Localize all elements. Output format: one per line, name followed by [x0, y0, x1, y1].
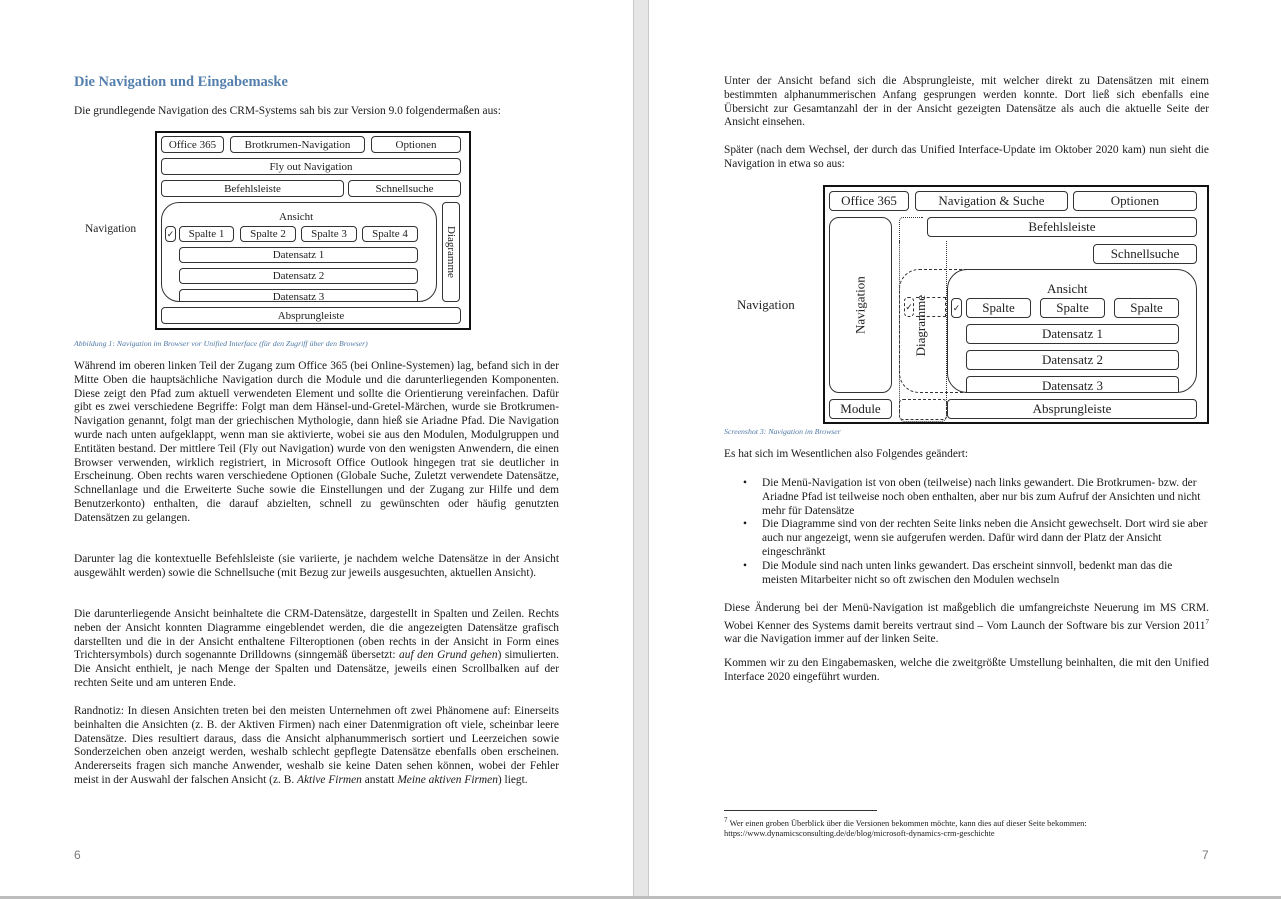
- fig1-quicksearch-box: Schnellsuche: [348, 180, 461, 197]
- paragraph-3-text-b: war die Navigation immer auf der linken …: [724, 633, 939, 646]
- fig1-checkbox-icon: ✓: [165, 226, 176, 242]
- fig3-record-2: Datensatz 2: [966, 350, 1179, 370]
- fig1-column-4: Spalte 4: [362, 226, 418, 242]
- fig3-nav-search-box: Navigation & Suche: [915, 191, 1068, 211]
- paragraph-4-italic-2: Meine aktiven Firmen: [397, 773, 498, 786]
- intro-paragraph: Die grundlegende Navigation des CRM-Syst…: [74, 105, 501, 117]
- changes-list: • Die Menü-Navigation ist von oben (teilw…: [724, 477, 1209, 587]
- fig1-column-1: Spalte 1: [179, 226, 234, 242]
- paragraph-1: Während im oberen linken Teil der Zugang…: [74, 360, 559, 524]
- fig3-jumpbar-box: Absprungleiste: [947, 399, 1197, 419]
- fig3-quicksearch-box: Schnellsuche: [1093, 244, 1197, 264]
- footnote-reference[interactable]: 7: [1206, 618, 1210, 626]
- fig1-breadcrumb-box: Brotkrumen-Navigation: [230, 136, 365, 153]
- page-number: 6: [74, 848, 81, 862]
- paragraph-3-text-a: Diese Änderung bei der Menü-Navigation i…: [724, 602, 1209, 632]
- fig1-commandbar-box: Befehlsleiste: [161, 180, 344, 197]
- fig3-charts-label: Diagramme: [913, 295, 928, 357]
- fig3-record-1: Datensatz 1: [966, 324, 1179, 344]
- fig1-office-box: Office 365: [161, 136, 224, 153]
- bullet-icon: •: [743, 518, 747, 531]
- fig3-checkbox-icon: ✓: [951, 298, 962, 318]
- list-item: • Die Menü-Navigation ist von oben (teilw…: [724, 477, 1209, 518]
- fig1-charts-box: Diagramme: [442, 202, 460, 302]
- footnote-link[interactable]: https://www.dynamicsconsulting.de/de/blo…: [724, 829, 995, 838]
- fig3-commandbar-box: Befehlsleiste: [927, 217, 1197, 237]
- paragraph-2: Später (nach dem Wechsel, der durch das …: [724, 144, 1209, 170]
- fig3-charts-bottom-ghost: [899, 399, 947, 420]
- fig1-record-3: Datensatz 3: [179, 289, 418, 301]
- paragraph-1: Unter der Ansicht befand sich die Abspru…: [724, 75, 1209, 129]
- figure1-diagram: Office 365 Brotkrumen-Navigation Optione…: [155, 131, 471, 330]
- fig3-office-box: Office 365: [829, 191, 909, 211]
- fig1-record-1: Datensatz 1: [179, 247, 418, 263]
- section-heading: Die Navigation und Eingabemaske: [74, 74, 288, 90]
- figure1-side-label: Navigation: [85, 223, 137, 235]
- figure3-caption: Screenshot 3: Navigation im Browser: [724, 427, 841, 436]
- figure3-side-label: Navigation: [737, 297, 795, 312]
- fig1-record-2: Datensatz 2: [179, 268, 418, 284]
- bullet-icon: •: [743, 559, 747, 572]
- paragraph-4-italic-1: Aktive Firmen: [297, 773, 362, 786]
- paragraph-4: Randnotiz: In diesen Ansichten treten be…: [74, 705, 559, 788]
- figure3-diagram: Office 365 Navigation & Suche Optionen B…: [823, 185, 1209, 424]
- footnote-separator: [724, 810, 877, 811]
- list-item: • Die Diagramme sind von der rechten Seit…: [724, 518, 1209, 559]
- page-7: Unter der Ansicht befand sich die Abspru…: [648, 0, 1281, 896]
- fig3-column-3: Spalte: [1114, 298, 1179, 318]
- list-item-text: Die Diagramme sind von der rechten Seite…: [762, 518, 1208, 558]
- fig1-jumpbar-box: Absprungleiste: [161, 307, 461, 324]
- list-item-text: Die Module sind nach unten links gewande…: [762, 559, 1173, 586]
- fig3-column-2: Spalte: [1040, 298, 1105, 318]
- fig3-charts-dotted-top: [899, 217, 923, 243]
- footnote-text: Wer einen groben Überblick über die Vers…: [729, 818, 1087, 828]
- paragraph-4: Kommen wir zu den Eingabemasken, welche …: [724, 657, 1209, 683]
- fig1-view-label: Ansicht: [279, 211, 314, 223]
- fig3-view-label: Ansicht: [1047, 281, 1088, 296]
- footnote-number: 7: [724, 816, 728, 824]
- figure1-caption: Abbildung 1: Navigation im Browser vor U…: [74, 339, 368, 348]
- paragraph-3: Diese Änderung bei der Menü-Navigation i…: [724, 602, 1209, 647]
- paragraph-3-italic: auf den Grund gehen: [399, 649, 498, 662]
- fig1-flyout-box: Fly out Navigation: [161, 158, 461, 175]
- fig3-modules-box: Module: [829, 399, 892, 419]
- paragraph-4-text-c: ) liegt.: [497, 773, 528, 786]
- page-6: Die Navigation und Eingabemaske Die grun…: [0, 0, 634, 896]
- footnote: 7 Wer einen groben Überblick über die Ve…: [724, 815, 1224, 839]
- fig1-options-box: Optionen: [371, 136, 461, 153]
- changes-intro: Es hat sich im Wesentlichen also Folgend…: [724, 448, 969, 460]
- fig1-column-2: Spalte 2: [240, 226, 296, 242]
- fig3-column-1: Spalte: [966, 298, 1031, 318]
- paragraph-2: Darunter lag die kontextuelle Befehlslei…: [74, 553, 559, 579]
- list-item: • Die Module sind nach unten links gewand…: [724, 560, 1209, 588]
- fig3-navigation-box: Navigation: [829, 217, 892, 393]
- paragraph-4-text-b: anstatt: [361, 773, 398, 786]
- page-number: 7: [1202, 848, 1209, 862]
- list-item-text: Die Menü-Navigation ist von oben (teilwe…: [762, 477, 1201, 517]
- fig3-options-box: Optionen: [1073, 191, 1197, 211]
- fig3-record-3: Datensatz 3: [966, 376, 1179, 392]
- bullet-icon: •: [743, 477, 747, 489]
- fig1-column-3: Spalte 3: [301, 226, 357, 242]
- paragraph-3: Die darunterliegende Ansicht beinhaltete…: [74, 608, 559, 691]
